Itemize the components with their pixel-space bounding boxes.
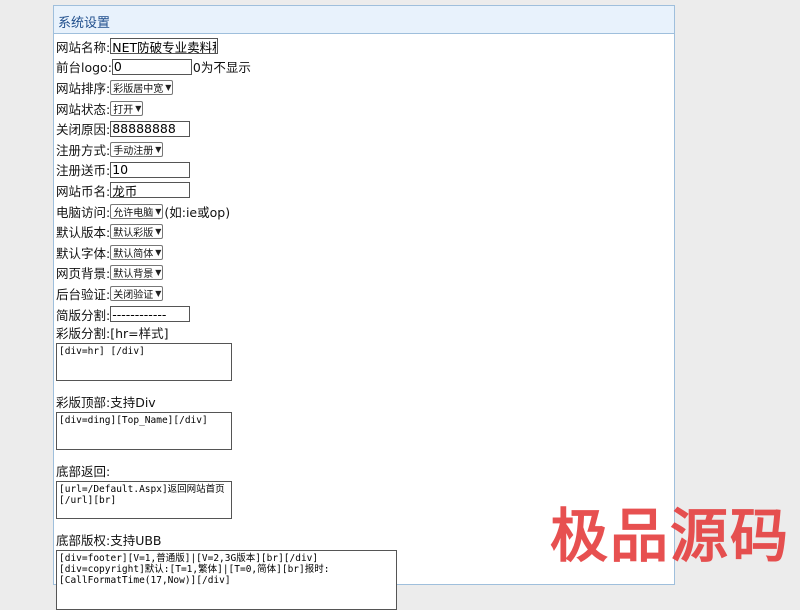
pc-access-select-value: 允许电脑 [113,207,154,219]
color-top-label: 彩版顶部:支持Div [56,395,156,411]
pc-access-hint: (如:ie或op) [164,204,231,220]
default-version-select-value: 默认彩版 [113,228,154,240]
register-bonus-input[interactable] [110,161,191,178]
logo-label: 前台logo: [56,60,112,76]
register-mode-select-value: 手动注册 [113,145,154,157]
sort-label: 网站排序: [56,80,111,96]
site-name-input[interactable] [110,38,219,55]
row-status: 网站状态: 打开 ▼ [56,98,674,119]
register-bonus-label: 注册送币: [56,163,111,179]
footer-copyright-textarea[interactable]: [div=footer][V=1,普通版]|[V=2,3G版本][br][/di… [56,550,397,610]
pc-access-label: 电脑访问: [56,204,111,220]
footer-return-textarea[interactable]: [url=/Default.Aspx]返回网站首页[/url][br] [56,481,232,520]
status-select[interactable]: 打开 ▼ [110,100,144,116]
chevron-down-icon: ▼ [165,82,172,92]
page-bg-label: 网页背景: [56,266,111,282]
currency-name-label: 网站币名: [56,183,111,199]
chevron-down-icon: ▼ [155,268,162,278]
admin-verify-select-value: 关闭验证 [113,289,154,301]
admin-verify-label: 后台验证: [56,286,111,302]
currency-name-input[interactable] [110,182,191,199]
color-divider-label: 彩版分割:[hr=样式] [56,326,169,342]
page-bg-select[interactable]: 默认背景 ▼ [110,265,164,281]
logo-hint: 0为不显示 [192,60,251,76]
sort-select-value: 彩版居中宽 [113,83,164,95]
page-bg-select-value: 默认背景 [113,269,154,281]
default-font-select[interactable]: 默认简体 ▼ [110,244,164,260]
chevron-down-icon: ▼ [155,144,162,154]
default-version-select[interactable]: 默认彩版 ▼ [110,224,164,240]
row-default-font: 默认字体: 默认简体 ▼ [56,242,674,263]
chevron-down-icon: ▼ [155,247,162,257]
chevron-down-icon: ▼ [135,103,142,113]
color-top-textarea[interactable]: [div=ding][Top_Name][/div] [56,412,232,451]
site-name-label: 网站名称: [56,39,111,55]
admin-verify-select[interactable]: 关闭验证 ▼ [110,285,164,301]
simple-divider-label: 简版分割: [56,307,111,323]
row-logo: 前台logo: 0为不显示 [56,57,674,78]
default-font-select-value: 默认简体 [113,248,154,260]
sort-select[interactable]: 彩版居中宽 ▼ [110,79,174,95]
chevron-down-icon: ▼ [155,288,162,298]
row-admin-verify: 后台验证: 关闭验证 ▼ [56,283,674,304]
row-register-mode: 注册方式: 手动注册 ▼ [56,139,674,160]
row-close-reason: 关闭原因: [56,118,674,139]
close-reason-input[interactable] [110,120,191,137]
default-font-label: 默认字体: [56,245,111,261]
pc-access-select[interactable]: 允许电脑 ▼ [110,203,164,219]
close-reason-label: 关闭原因: [56,122,111,138]
color-divider-textarea[interactable]: [div=hr] [/div] [56,343,232,382]
row-register-bonus: 注册送币: [56,160,674,181]
row-default-version: 默认版本: 默认彩版 ▼ [56,221,674,242]
default-version-label: 默认版本: [56,225,111,241]
register-mode-label: 注册方式: [56,142,111,158]
register-mode-select[interactable]: 手动注册 ▼ [110,141,164,157]
status-select-value: 打开 [113,104,134,116]
row-page-bg: 网页背景: 默认背景 ▼ [56,263,674,284]
chevron-down-icon: ▼ [155,206,162,216]
status-label: 网站状态: [56,101,111,117]
row-simple-divider: 简版分割: [56,304,674,325]
row-sort: 网站排序: 彩版居中宽 ▼ [56,77,674,98]
row-site-name: 网站名称: [56,36,674,57]
logo-input[interactable] [111,58,192,75]
row-currency-name: 网站币名: [56,180,674,201]
panel-title: 系统设置 [54,6,674,34]
footer-return-label: 底部返回: [56,464,111,480]
watermark-logo: 极品源码 [549,502,790,570]
simple-divider-input[interactable] [110,306,191,323]
row-pc-access: 电脑访问: 允许电脑 ▼ (如:ie或op) [56,201,674,222]
chevron-down-icon: ▼ [155,227,162,237]
